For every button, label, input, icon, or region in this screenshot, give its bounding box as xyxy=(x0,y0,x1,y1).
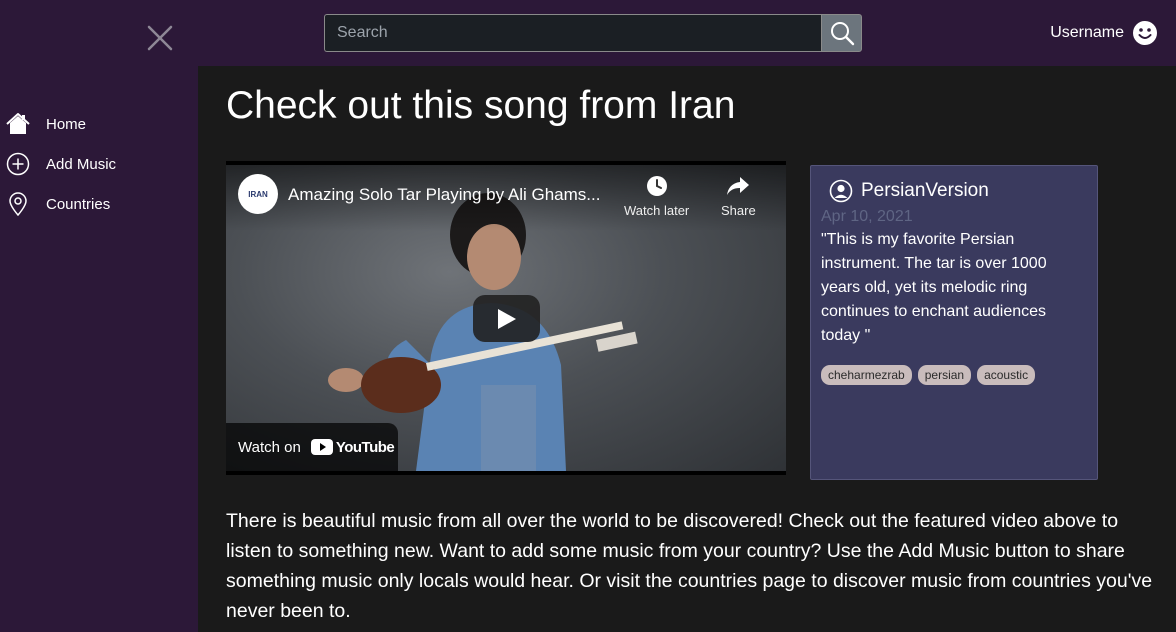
tag[interactable]: persian xyxy=(917,365,972,385)
tag[interactable]: cheharmezrab xyxy=(821,365,912,385)
play-button[interactable] xyxy=(473,295,540,342)
plus-circle-icon xyxy=(6,152,30,176)
post-username: PersianVersion xyxy=(861,180,989,201)
share-button[interactable]: Share xyxy=(721,175,756,218)
main-content: Check out this song from Iran IRAN Amazi… xyxy=(198,66,1176,632)
sidebar-item-home[interactable]: Home xyxy=(6,112,86,136)
top-bar: Username xyxy=(0,0,1176,66)
post-text: "This is my favorite Persian instrument.… xyxy=(821,231,1047,344)
watch-later-label: Watch later xyxy=(624,203,690,218)
tag[interactable]: acoustic xyxy=(977,365,1036,385)
share-arrow-icon xyxy=(727,177,750,195)
close-sidebar-button[interactable] xyxy=(144,22,176,54)
search-bar xyxy=(324,14,862,52)
play-icon xyxy=(497,308,516,329)
post-author[interactable]: PersianVersion xyxy=(829,179,989,203)
post-date: Apr 10, 2021 xyxy=(821,208,913,225)
video-title[interactable]: Amazing Solo Tar Playing by Ali Ghams... xyxy=(288,185,618,205)
user-menu[interactable]: Username xyxy=(1050,20,1158,46)
watch-later-button[interactable]: Watch later xyxy=(624,175,689,218)
smiley-icon xyxy=(1133,21,1157,45)
search-icon xyxy=(830,22,854,46)
user-circle-icon xyxy=(829,179,853,203)
sidebar: Home Add Music Countries xyxy=(0,66,198,632)
youtube-logo-icon xyxy=(310,439,333,455)
page-title: Check out this song from Iran xyxy=(226,84,736,127)
search-input[interactable] xyxy=(324,14,821,52)
sidebar-item-countries[interactable]: Countries xyxy=(6,192,110,216)
watch-on-youtube-link[interactable]: Watch on YouTube xyxy=(226,423,398,471)
sidebar-item-label: Home xyxy=(46,115,87,133)
channel-logo[interactable]: IRAN xyxy=(238,174,278,214)
home-icon xyxy=(6,112,30,136)
watch-on-label: Watch on xyxy=(238,438,301,456)
sidebar-item-add-music[interactable]: Add Music xyxy=(6,152,116,176)
location-pin-icon xyxy=(6,192,30,216)
page-description: There is beautiful music from all over t… xyxy=(226,510,1153,622)
post-card: PersianVersion Apr 10, 2021 "This is my … xyxy=(810,165,1098,480)
username-label: Username xyxy=(1050,24,1124,41)
share-label: Share xyxy=(721,203,756,218)
tag-list: cheharmezrab persian acoustic xyxy=(821,365,1036,385)
search-button[interactable] xyxy=(821,14,862,52)
clock-icon xyxy=(646,176,667,196)
sidebar-item-label: Add Music xyxy=(46,155,117,173)
channel-logo-text: IRAN xyxy=(248,189,268,199)
youtube-wordmark: YouTube xyxy=(335,438,395,456)
close-icon xyxy=(147,25,173,51)
sidebar-item-label: Countries xyxy=(46,195,111,213)
video-player[interactable]: IRAN Amazing Solo Tar Playing by Ali Gha… xyxy=(226,161,786,475)
